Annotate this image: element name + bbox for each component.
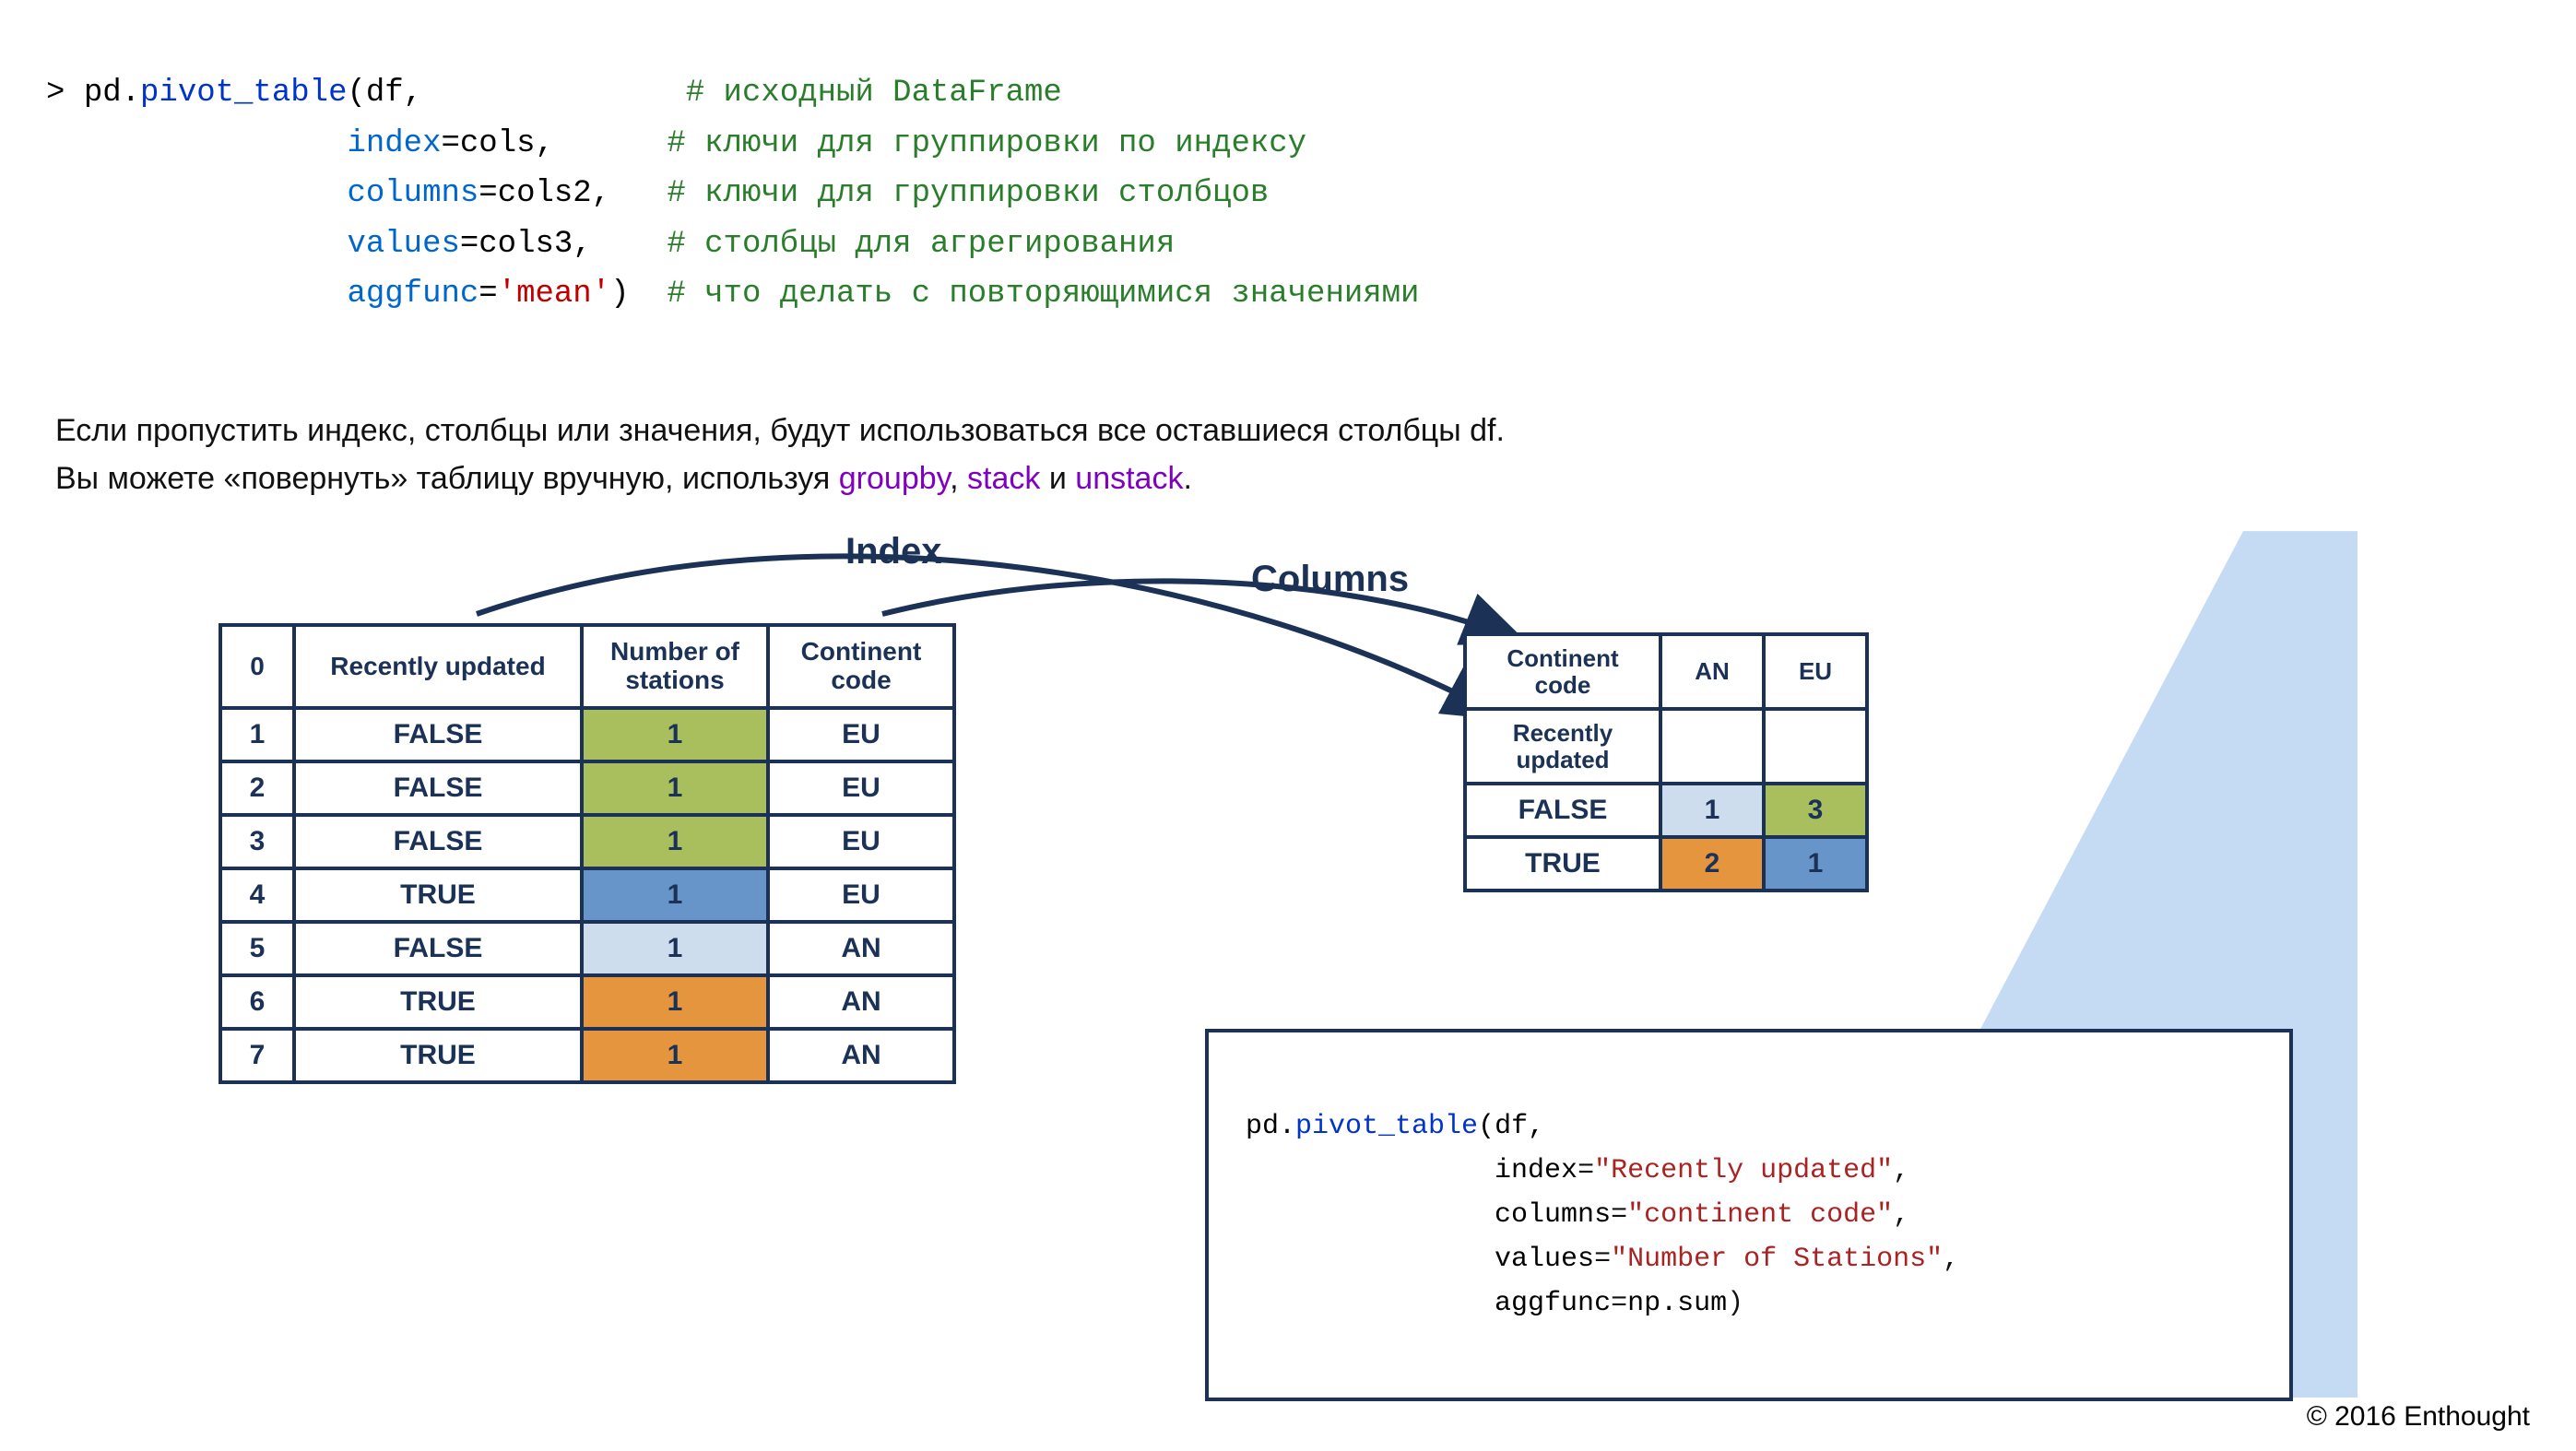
cell-continent: EU bbox=[768, 761, 954, 815]
param-values: values bbox=[347, 227, 459, 262]
cell-stations: 1 bbox=[582, 815, 768, 868]
cell-idx: 5 bbox=[220, 922, 294, 975]
header-stations: Number of stations bbox=[582, 625, 768, 708]
val-aggfunc: 'mean' bbox=[498, 277, 610, 312]
cell-idx: 2 bbox=[220, 761, 294, 815]
pivot-rowheader-label: Recently updated bbox=[1465, 709, 1660, 784]
header-updated: Recently updated bbox=[294, 625, 582, 708]
cell-stations: 1 bbox=[582, 868, 768, 922]
cp-values-val: "Number of Stations" bbox=[1611, 1244, 1943, 1275]
pivot-header-row-2: Recently updated bbox=[1465, 709, 1867, 784]
tail: . bbox=[1183, 461, 1191, 496]
fn-stack: stack bbox=[967, 461, 1040, 496]
cell-continent: AN bbox=[768, 975, 954, 1029]
explanation-line-2-pre: Вы можете «повернуть» таблицу вручную, и… bbox=[55, 461, 839, 496]
val-index: cols bbox=[460, 126, 536, 161]
label-columns: Columns bbox=[1251, 559, 1409, 600]
pivot-row: TRUE21 bbox=[1465, 837, 1867, 891]
param-columns: columns bbox=[347, 176, 479, 211]
cp-func: pivot_table bbox=[1295, 1111, 1478, 1142]
pivot-header-row-1: Continent code AN EU bbox=[1465, 634, 1867, 709]
sep2: и bbox=[1040, 461, 1075, 496]
cell-updated: TRUE bbox=[294, 975, 582, 1029]
pivot-row-label: FALSE bbox=[1465, 784, 1660, 837]
comment-line-2: # ключи для группировки по индексу bbox=[667, 126, 1306, 161]
explanation-line-1: Если пропустить индекс, столбцы или знач… bbox=[55, 407, 2539, 455]
cp-columns-val: "continent code" bbox=[1627, 1199, 1893, 1231]
pivot-corner: Continent code bbox=[1465, 634, 1660, 709]
cell-continent: EU bbox=[768, 815, 954, 868]
table-row: 5FALSE1AN bbox=[220, 922, 954, 975]
cp-pre: pd. bbox=[1246, 1111, 1295, 1142]
pivot-row: FALSE13 bbox=[1465, 784, 1867, 837]
code-example-panel: pd.pivot_table(df, index="Recently updat… bbox=[1205, 1029, 2293, 1401]
cell-idx: 6 bbox=[220, 975, 294, 1029]
pivot-cell: 3 bbox=[1764, 784, 1867, 837]
explanation-text: Если пропустить индекс, столбцы или знач… bbox=[55, 407, 2539, 503]
func-name: pivot_table bbox=[140, 76, 347, 111]
val-values: cols3 bbox=[479, 227, 573, 262]
sep1: , bbox=[950, 461, 967, 496]
pivot-cell: 1 bbox=[1764, 837, 1867, 891]
pivot-empty-1 bbox=[1660, 709, 1764, 784]
cp-post: (df, bbox=[1478, 1111, 1544, 1142]
source-table: 0 Recently updated Number of stations Co… bbox=[219, 623, 956, 1084]
cell-idx: 1 bbox=[220, 708, 294, 761]
cell-stations: 1 bbox=[582, 1029, 768, 1082]
cell-updated: FALSE bbox=[294, 761, 582, 815]
pivot-row-label: TRUE bbox=[1465, 837, 1660, 891]
copyright: © 2016 Enthought bbox=[2307, 1401, 2530, 1433]
table-row: 3FALSE1EU bbox=[220, 815, 954, 868]
pivot-result-table: Continent code AN EU Recently updated FA… bbox=[1463, 632, 1869, 892]
table-row: 4TRUE1EU bbox=[220, 868, 954, 922]
pivot-empty-2 bbox=[1764, 709, 1867, 784]
cp-values: values bbox=[1495, 1244, 1594, 1275]
cell-updated: TRUE bbox=[294, 868, 582, 922]
cell-continent: EU bbox=[768, 868, 954, 922]
cp-index-val: "Recently updated" bbox=[1594, 1155, 1893, 1186]
label-index: Index bbox=[845, 531, 941, 572]
cell-continent: EU bbox=[768, 708, 954, 761]
param-index: index bbox=[347, 126, 441, 161]
comment-line-5: # что делать с повторяющимися значениями bbox=[667, 277, 1419, 312]
cell-updated: FALSE bbox=[294, 815, 582, 868]
table-header-row: 0 Recently updated Number of stations Co… bbox=[220, 625, 954, 708]
header-idx: 0 bbox=[220, 625, 294, 708]
fn-unstack: unstack bbox=[1075, 461, 1183, 496]
cp-columns: columns bbox=[1495, 1199, 1611, 1231]
pivot-col-an: AN bbox=[1660, 634, 1764, 709]
comment-line-4: # столбцы для агрегирования bbox=[667, 227, 1175, 262]
table-row: 7TRUE1AN bbox=[220, 1029, 954, 1082]
cell-updated: FALSE bbox=[294, 708, 582, 761]
cell-stations: 1 bbox=[582, 922, 768, 975]
table-row: 2FALSE1EU bbox=[220, 761, 954, 815]
val-columns: cols2 bbox=[498, 176, 592, 211]
fn-groupby: groupby bbox=[839, 461, 950, 496]
param-aggfunc: aggfunc bbox=[347, 277, 479, 312]
cell-idx: 3 bbox=[220, 815, 294, 868]
header-continent: Continent code bbox=[768, 625, 954, 708]
pivot-col-eu: EU bbox=[1764, 634, 1867, 709]
prompt: > bbox=[46, 76, 84, 111]
cp-aggfunc-val: np.sum bbox=[1627, 1288, 1727, 1319]
code-signature: > pd.pivot_table(df, # исходный DataFram… bbox=[46, 18, 2539, 370]
cp-aggfunc: aggfunc bbox=[1495, 1288, 1611, 1319]
cell-updated: FALSE bbox=[294, 922, 582, 975]
table-row: 1FALSE1EU bbox=[220, 708, 954, 761]
cell-idx: 4 bbox=[220, 868, 294, 922]
cp-index: index bbox=[1495, 1155, 1578, 1186]
cell-idx: 7 bbox=[220, 1029, 294, 1082]
comment-line-3: # ключи для группировки столбцов bbox=[667, 176, 1269, 211]
cell-updated: TRUE bbox=[294, 1029, 582, 1082]
cell-continent: AN bbox=[768, 1029, 954, 1082]
cell-stations: 1 bbox=[582, 708, 768, 761]
pivot-cell: 1 bbox=[1660, 784, 1764, 837]
table-row: 6TRUE1AN bbox=[220, 975, 954, 1029]
cell-stations: 1 bbox=[582, 975, 768, 1029]
cell-stations: 1 bbox=[582, 761, 768, 815]
pivot-cell: 2 bbox=[1660, 837, 1764, 891]
cell-continent: AN bbox=[768, 922, 954, 975]
comment-line-1: # исходный DataFrame bbox=[686, 76, 1062, 111]
